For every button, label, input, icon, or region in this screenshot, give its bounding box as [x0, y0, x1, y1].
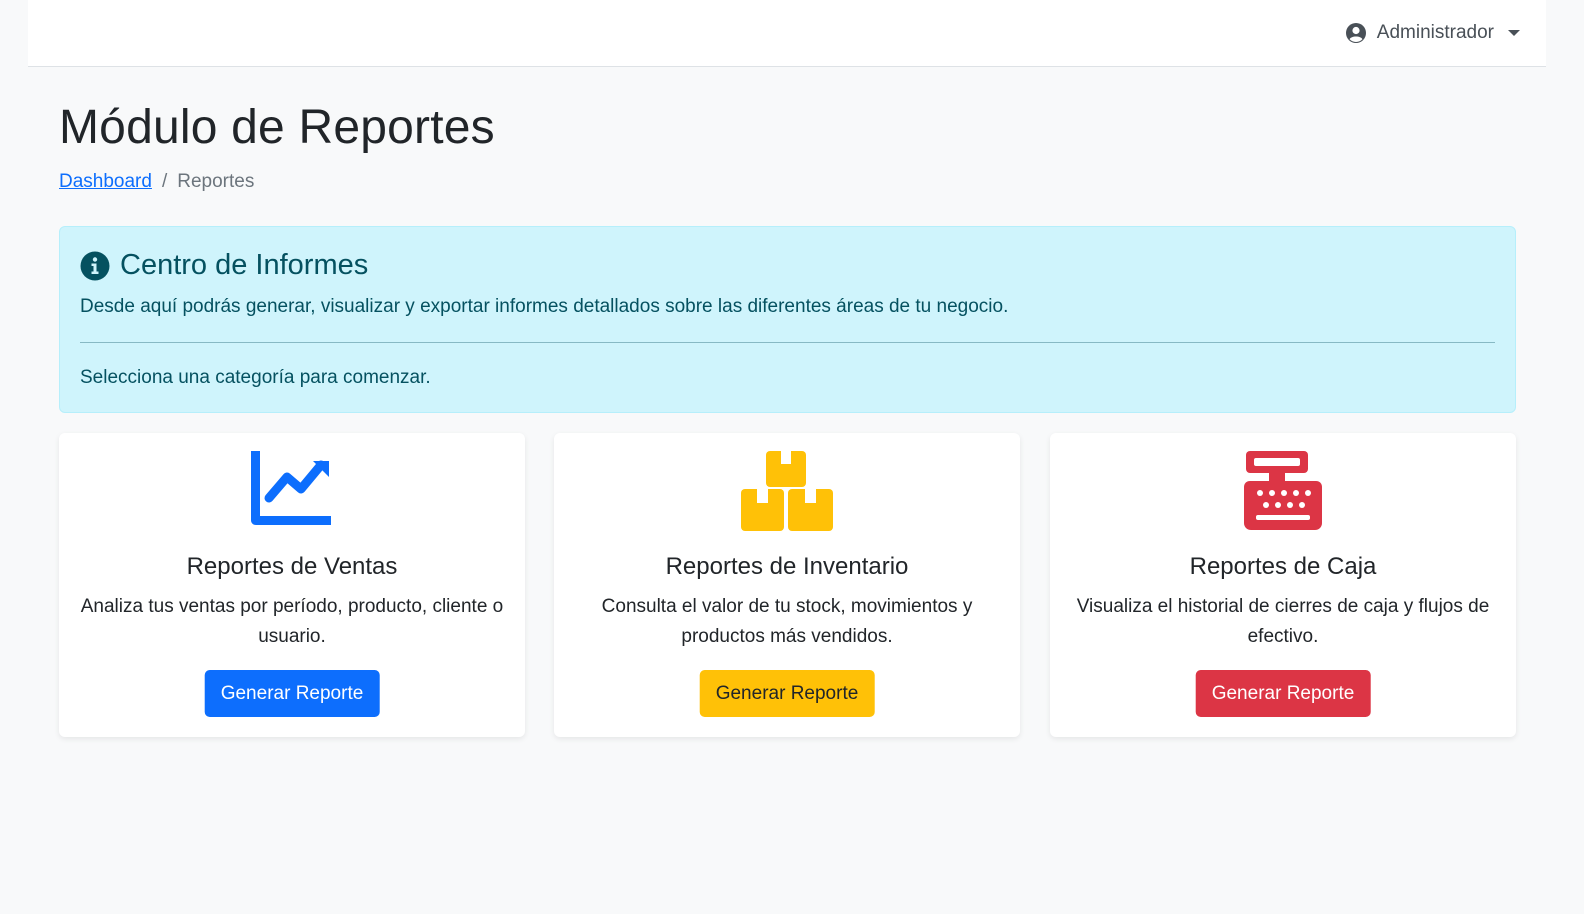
- alert-heading-text: Centro de Informes: [120, 249, 369, 281]
- card-description: Consulta el valor de tu stock, movimient…: [601, 596, 973, 647]
- card-description: Visualiza el historial de cierres de caj…: [1076, 596, 1490, 647]
- generate-inventory-report-button[interactable]: Generar Reporte: [699, 670, 875, 717]
- breadcrumb-dashboard-link[interactable]: Dashboard: [59, 171, 152, 193]
- chart-line-icon: [251, 451, 331, 525]
- alert-heading: Centro de Informes: [80, 249, 368, 282]
- breadcrumb: Dashboard / Reportes: [59, 171, 254, 193]
- card-sales-reports: Reportes de Ventas Analiza tus ventas po…: [59, 433, 525, 737]
- info-alert: Centro de Informes Desde aquí podrás gen…: [59, 226, 1516, 413]
- card-title: Reportes de Ventas: [186, 553, 398, 580]
- alert-description: Desde aquí podrás generar, visualizar y …: [80, 296, 1009, 317]
- chevron-down-icon: [1508, 30, 1520, 36]
- cash-register-icon: [1244, 451, 1322, 530]
- generate-cash-report-button[interactable]: Generar Reporte: [1195, 670, 1371, 717]
- info-circle-icon: [80, 251, 110, 280]
- generate-sales-report-button[interactable]: Generar Reporte: [204, 670, 380, 717]
- breadcrumb-separator: /: [161, 171, 168, 192]
- page-title: Módulo de Reportes: [59, 101, 495, 154]
- user-dropdown[interactable]: Administrador: [1345, 20, 1520, 46]
- card-inventory-reports: Reportes de Inventario Consulta el valor…: [554, 433, 1020, 737]
- user-circle-icon: [1345, 23, 1366, 43]
- card-title: Reportes de Caja: [1189, 553, 1377, 580]
- alert-divider: [80, 342, 1495, 343]
- top-navbar: Administrador: [28, 0, 1546, 67]
- alert-instruction: Selecciona una categoría para comenzar.: [80, 367, 431, 388]
- breadcrumb-current: Reportes: [177, 171, 255, 192]
- card-title: Reportes de Inventario: [665, 553, 909, 580]
- report-cards: Reportes de Ventas Analiza tus ventas po…: [59, 433, 1516, 737]
- boxes-icon: [741, 451, 833, 531]
- user-name: Administrador: [1376, 22, 1494, 43]
- card-cash-reports: Reportes de Caja Visualiza el historial …: [1050, 433, 1516, 737]
- card-description: Analiza tus ventas por período, producto…: [80, 596, 504, 647]
